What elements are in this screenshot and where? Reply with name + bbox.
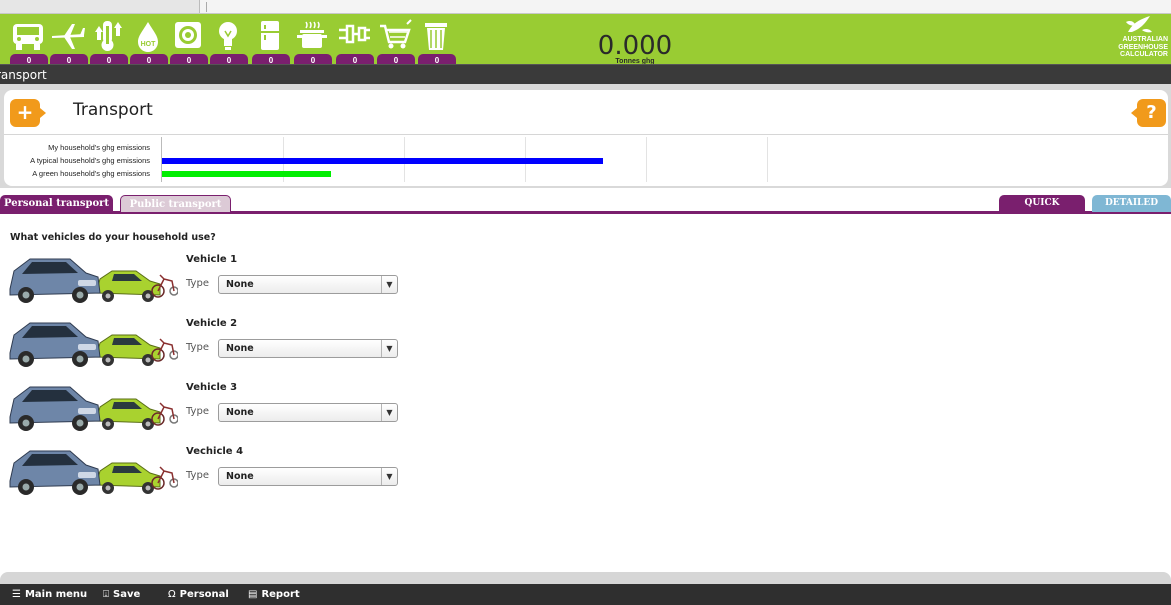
typical-emissions-bar [162,158,603,164]
browser-tab[interactable] [0,0,200,13]
vehicle-image [8,317,179,369]
header-bar: 0 0 0 HOT 0 0 0 0 0 0 0 0 0.000 Tonnes g… [0,14,1171,66]
category-waste[interactable]: 0 [418,14,456,66]
category-hot-water[interactable]: HOT 0 [130,14,168,66]
total-emissions-value: 0.000 [597,31,673,61]
svg-text:HOT: HOT [141,41,157,48]
download-icon: ⍗ [103,589,109,600]
footer-divider [0,572,1171,584]
tab-quick[interactable]: QUICK [999,195,1085,212]
vehicle-type-label: Type [186,470,209,481]
new-tab-button[interactable] [206,2,220,12]
chevron-down-icon[interactable]: ▼ [381,276,397,293]
typical-emissions-label: A typical household's ghg emissions [30,156,150,165]
shopping-cart-icon [380,19,412,49]
brand-line-2: GREENHOUSE [1118,43,1168,51]
category-shopping[interactable]: 0 [377,14,415,66]
vehicle-type-select[interactable]: None ▼ [218,467,398,486]
vehicle-image [8,445,179,497]
washing-machine-icon [175,22,201,48]
vehicle-type-value: None [226,343,254,354]
vehicles-question: What vehicles do your household use? [10,232,216,243]
vehicle-type-value: None [226,279,254,290]
report-button[interactable]: ▤ Report [248,588,300,602]
vehicle-type-select[interactable]: None ▼ [218,403,398,422]
power-plug-icon [339,24,370,44]
brand-text: AUSTRALIAN GREENHOUSE CALCULATOR [1110,36,1168,59]
person-icon: Ω [168,589,176,600]
save-button[interactable]: ⍗ Save [103,588,140,602]
vehicle-type-label: Type [186,342,209,353]
panel-divider [4,134,1168,135]
chevron-down-icon[interactable]: ▼ [381,404,397,421]
main-menu-label: Main menu [24,589,88,600]
category-cooking[interactable]: 0 [294,14,332,66]
tab-personal-transport[interactable]: Personal transport [0,195,113,212]
fridge-icon [261,21,279,50]
car-icon [13,24,43,50]
brand-line-3: CALCULATOR [1120,51,1168,58]
emissions-gridline [646,137,647,182]
vehicle-type-value: None [226,471,254,482]
green-emissions-label: A green household's ghg emissions [32,169,150,178]
help-button[interactable]: ? [1131,99,1166,127]
rubbish-bin-icon [425,23,447,50]
brand-logo: AUSTRALIAN GREENHOUSE CALCULATOR [1110,14,1168,64]
vehicle-type-label: Type [186,278,209,289]
breadcrumb-bar: ransport [0,64,1171,84]
chevron-down-icon[interactable]: ▼ [381,468,397,485]
leaf-logo-icon [1126,16,1152,33]
plane-icon [52,24,85,49]
clipboard-icon: ▤ [248,589,258,600]
category-heating[interactable]: 0 [90,14,128,66]
my-emissions-label: My household's ghg emissions [48,143,150,152]
category-electricity[interactable]: 0 [336,14,374,66]
menu-icon: ☰ [12,589,21,600]
save-label: Save [113,589,141,600]
plus-icon: + [16,100,34,124]
report-label: Report [261,589,300,600]
chevron-down-icon[interactable]: ▼ [381,340,397,357]
vehicle-type-select[interactable]: None ▼ [218,275,398,294]
personal-button[interactable]: Ω Personal [168,588,229,602]
cooking-pot-icon [297,21,327,48]
vehicle-title: Vehicle 1 [186,254,238,265]
vehicle-title: Vehicle 3 [186,382,238,393]
vehicle-image [8,381,179,433]
light-bulb-icon [219,22,237,50]
thermometer-icon [95,21,122,51]
category-car[interactable]: 0 [10,14,48,66]
hot-water-drop-icon: HOT [138,22,158,52]
vehicle-type-label: Type [186,406,209,417]
vehicle-image [8,253,179,305]
vehicle-type-select[interactable]: None ▼ [218,339,398,358]
personal-label: Personal [179,589,229,600]
page-title: Transport [73,100,153,120]
category-fridge[interactable]: 0 [252,14,290,66]
category-lighting[interactable]: 0 [210,14,248,66]
emissions-gridline [767,137,768,182]
tab-detailed[interactable]: DETAILED [1092,195,1171,212]
total-emissions: 0.000 Tonnes ghg [560,32,710,65]
brand-line-1: AUSTRALIAN [1122,36,1169,43]
green-emissions-bar [162,171,332,177]
app-window: 0 0 0 HOT 0 0 0 0 0 0 0 0 0.000 Tonnes g… [0,0,1171,605]
category-flights[interactable]: 0 [50,14,88,66]
vehicle-type-value: None [226,407,254,418]
tab-public-transport[interactable]: Public transport [120,195,231,212]
vehicle-title: Vehicle 2 [186,318,238,329]
vehicle-title: Vechicle 4 [186,446,244,457]
add-button[interactable]: + [10,99,46,127]
breadcrumb: ransport [0,68,47,82]
browser-tab-strip [0,0,1171,14]
main-menu-button[interactable]: ☰ Main menu [12,588,87,602]
category-appliances[interactable]: 0 [170,14,208,66]
question-icon: ? [1146,102,1157,123]
